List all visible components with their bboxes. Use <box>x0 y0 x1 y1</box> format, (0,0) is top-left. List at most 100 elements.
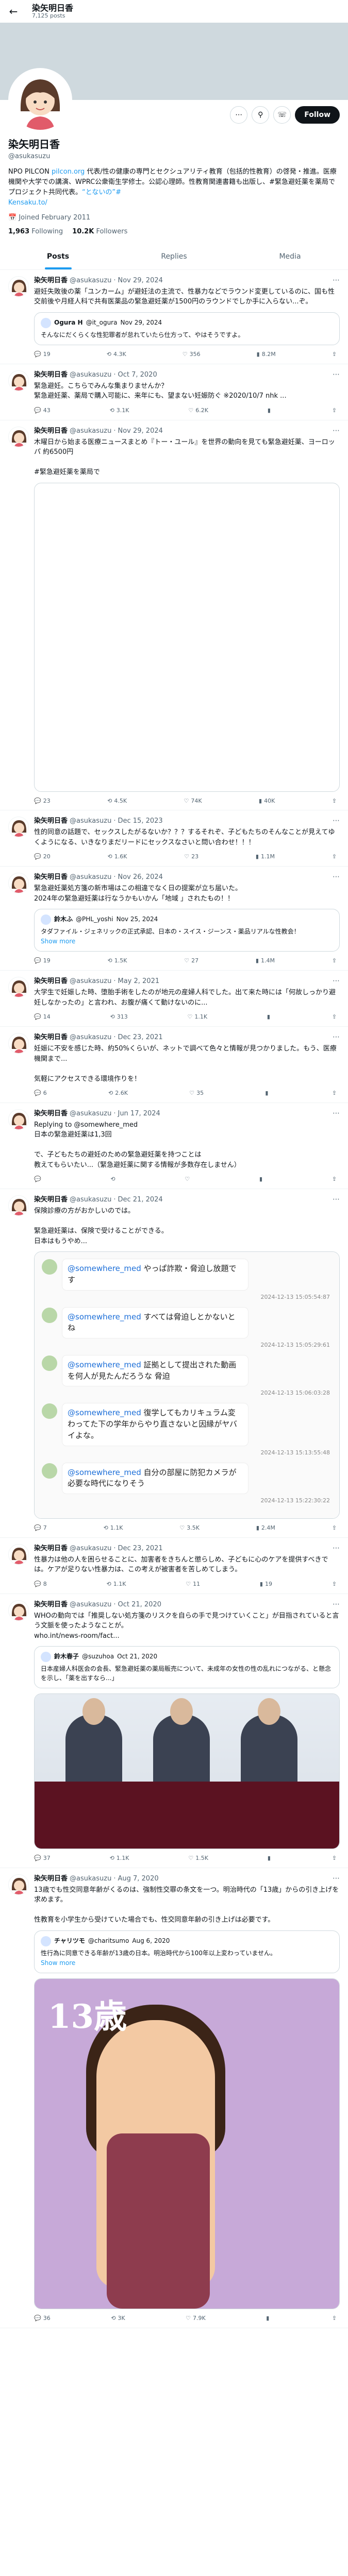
tweet-avatar[interactable] <box>8 977 29 998</box>
quoted-tweet[interactable]: 鈴木ふ @PHL_yoshi Nov 25, 2024 タダファイル・ジェネリックの正… <box>34 909 340 952</box>
more-options-icon[interactable]: ⋯ <box>333 1108 340 1118</box>
tweet-author-handle[interactable]: @asukasuzu <box>70 427 111 436</box>
reply-button[interactable]: 💬 19 <box>34 350 51 359</box>
tweet-date[interactable]: Dec 23, 2021 <box>118 1544 162 1554</box>
views-button[interactable]: ▮ <box>268 406 273 415</box>
tweet-date[interactable]: Nov 26, 2024 <box>118 873 162 883</box>
retweet-button[interactable]: ⟲ 2.6K <box>108 1089 128 1097</box>
more-options-icon[interactable]: ⋯ <box>333 1032 340 1042</box>
reply-button[interactable]: 💬 43 <box>34 406 51 415</box>
tweet-author-handle[interactable]: @asukasuzu <box>70 1544 111 1554</box>
more-options-icon[interactable]: ⋯ <box>333 1194 340 1205</box>
like-button[interactable]: ♡ <box>185 1175 192 1183</box>
more-options-icon[interactable]: ⋯ <box>333 1543 340 1553</box>
show-more-link[interactable]: Show more <box>41 1959 333 1968</box>
tweet-date[interactable]: Nov 29, 2024 <box>118 427 162 436</box>
share-button[interactable]: ⇪ <box>332 1580 337 1588</box>
more-options-icon[interactable]: ⋯ <box>333 1599 340 1609</box>
tweet-avatar[interactable] <box>8 370 29 391</box>
tab-replies[interactable]: Replies <box>116 244 232 269</box>
tweet-date[interactable]: Oct 7, 2020 <box>118 370 157 380</box>
reply-button[interactable]: 💬 6 <box>34 1089 47 1097</box>
share-button[interactable]: ⇪ <box>332 957 337 965</box>
views-button[interactable]: ▮ <box>265 1089 270 1097</box>
reply-button[interactable]: 💬 8 <box>34 1580 47 1588</box>
tab-posts[interactable]: Posts <box>0 244 116 269</box>
share-button[interactable]: ⇪ <box>332 1175 337 1183</box>
share-button[interactable]: ⇪ <box>332 2314 337 2323</box>
reply-button[interactable]: 💬 14 <box>34 1013 51 1021</box>
share-button[interactable]: ⇪ <box>332 350 337 359</box>
tweet[interactable]: ⋯ 染矢明日香 @asukasuzu · Nov 26, 2024 緊急避妊薬処方箋の新市… <box>0 867 348 971</box>
tweet[interactable]: ⋯ 染矢明日香 @asukasuzu · Dec 21, 2024 保険診療の方がおかしい… <box>0 1189 348 1538</box>
tweet-date[interactable]: Oct 21, 2020 <box>118 1600 161 1610</box>
tweet-author-name[interactable]: 染矢明日香 <box>34 817 68 826</box>
tweet-author-name[interactable]: 染矢明日香 <box>34 1033 68 1043</box>
like-button[interactable]: ♡ 23 <box>184 853 198 861</box>
more-options-icon[interactable]: ⋯ <box>333 872 340 882</box>
tweet[interactable]: ⋯ 染矢明日香 @asukasuzu · Dec 23, 2021 性暴力は他の人を困らせ… <box>0 1538 348 1594</box>
more-options-icon[interactable]: ⋯ <box>230 106 248 124</box>
tweet[interactable]: ⋯ 染矢明日香 @asukasuzu · Aug 7, 2020 13歳でも性交同意年齢が… <box>0 1868 348 2329</box>
tweet-author-name[interactable]: 染矢明日香 <box>34 1600 68 1610</box>
views-button[interactable]: ▮ <box>266 2314 271 2323</box>
views-button[interactable]: ▮ 40K <box>259 797 275 805</box>
show-more-link[interactable]: Show more <box>41 937 333 946</box>
profile-avatar[interactable] <box>8 68 72 132</box>
notification-bell-icon[interactable]: ☏ <box>273 106 291 124</box>
like-button[interactable]: ♡ 1.1K <box>188 1013 208 1021</box>
retweet-button[interactable]: ⟲ <box>110 1175 117 1183</box>
tweet-author-name[interactable]: 染矢明日香 <box>34 873 68 883</box>
views-button[interactable]: ▮ 19 <box>260 1580 272 1588</box>
search-icon[interactable]: ⚲ <box>252 106 270 124</box>
tweet-author-name[interactable]: 染矢明日香 <box>34 276 68 286</box>
tweet-author-name[interactable]: 染矢明日香 <box>34 1195 68 1205</box>
retweet-button[interactable]: ⟲ 1.1K <box>104 1524 123 1532</box>
views-button[interactable]: ▮ 1.4M <box>256 957 275 965</box>
tweet-author-name[interactable]: 染矢明日香 <box>34 1109 68 1119</box>
bio-link[interactable]: Kensaku.to/ <box>8 199 47 207</box>
tweet[interactable]: ⋯ 染矢明日香 @asukasuzu · May 2, 2021 大学生で妊娠した時、堕胎… <box>0 971 348 1027</box>
reply-button[interactable]: 💬 23 <box>34 797 51 805</box>
bio-link[interactable]: pilcon.org <box>52 168 85 176</box>
more-options-icon[interactable]: ⋯ <box>333 816 340 826</box>
share-button[interactable]: ⇪ <box>332 1013 337 1021</box>
retweet-button[interactable]: ⟲ 1.1K <box>107 1580 126 1588</box>
tweet-avatar[interactable] <box>8 1544 29 1565</box>
tweet-image[interactable] <box>34 482 340 792</box>
tweet-author-handle[interactable]: @asukasuzu <box>70 1109 111 1119</box>
tweet-author-handle[interactable]: @asukasuzu <box>70 817 111 826</box>
reply-button[interactable]: 💬 <box>34 1175 43 1183</box>
tweet-date[interactable]: Jun 17, 2024 <box>118 1109 160 1119</box>
like-button[interactable]: ♡ 6.2K <box>188 406 208 415</box>
retweet-button[interactable]: ⟲ 3.1K <box>110 406 129 415</box>
followers-link[interactable]: 10.2K Followers <box>72 227 127 237</box>
follow-button[interactable]: Follow <box>295 106 340 124</box>
tweet-author-handle[interactable]: @asukasuzu <box>70 1033 111 1043</box>
tweet-avatar[interactable] <box>8 1033 29 1054</box>
tweet-author-handle[interactable]: @asukasuzu <box>70 1874 111 1884</box>
tweet-date[interactable]: May 2, 2021 <box>118 977 159 987</box>
tweet-avatar[interactable] <box>8 1600 29 1621</box>
tweet-avatar[interactable] <box>8 426 29 447</box>
tweet-date[interactable]: Dec 23, 2021 <box>118 1033 162 1043</box>
tweet[interactable]: ⋯ 染矢明日香 @asukasuzu · Oct 7, 2020 緊急避妊。こちらでみんな… <box>0 364 348 420</box>
quoted-tweet[interactable]: 鈴木春子 @suzuhoa Oct 21, 2020 日本産婦人科医会の会長、緊急避妊… <box>34 1646 340 1689</box>
tweet-avatar[interactable] <box>8 276 29 297</box>
like-button[interactable]: ♡ 35 <box>189 1089 204 1097</box>
tweet-author-handle[interactable]: @asukasuzu <box>70 977 111 987</box>
tweet[interactable]: ⋯ 染矢明日香 @asukasuzu · Nov 29, 2024 避妊失敗後の薬「ユンカ… <box>0 270 348 364</box>
like-button[interactable]: ♡ 1.5K <box>188 1854 208 1862</box>
tweet-author-handle[interactable]: @asukasuzu <box>70 276 111 286</box>
tweet-avatar[interactable] <box>8 1195 29 1216</box>
more-options-icon[interactable]: ⋯ <box>333 976 340 986</box>
tweet-image-poster[interactable]: 13歳 <box>34 1978 340 2310</box>
retweet-button[interactable]: ⟲ 4.5K <box>107 797 127 805</box>
like-button[interactable]: ♡ 3.5K <box>179 1524 200 1532</box>
retweet-button[interactable]: ⟲ 4.3K <box>107 350 126 359</box>
like-button[interactable]: ♡ 74K <box>184 797 202 805</box>
retweet-button[interactable]: ⟲ 1.6K <box>108 853 127 861</box>
tweet-date[interactable]: Aug 7, 2020 <box>118 1874 158 1884</box>
reply-button[interactable]: 💬 20 <box>34 853 51 861</box>
reply-button[interactable]: 💬 37 <box>34 1854 51 1862</box>
